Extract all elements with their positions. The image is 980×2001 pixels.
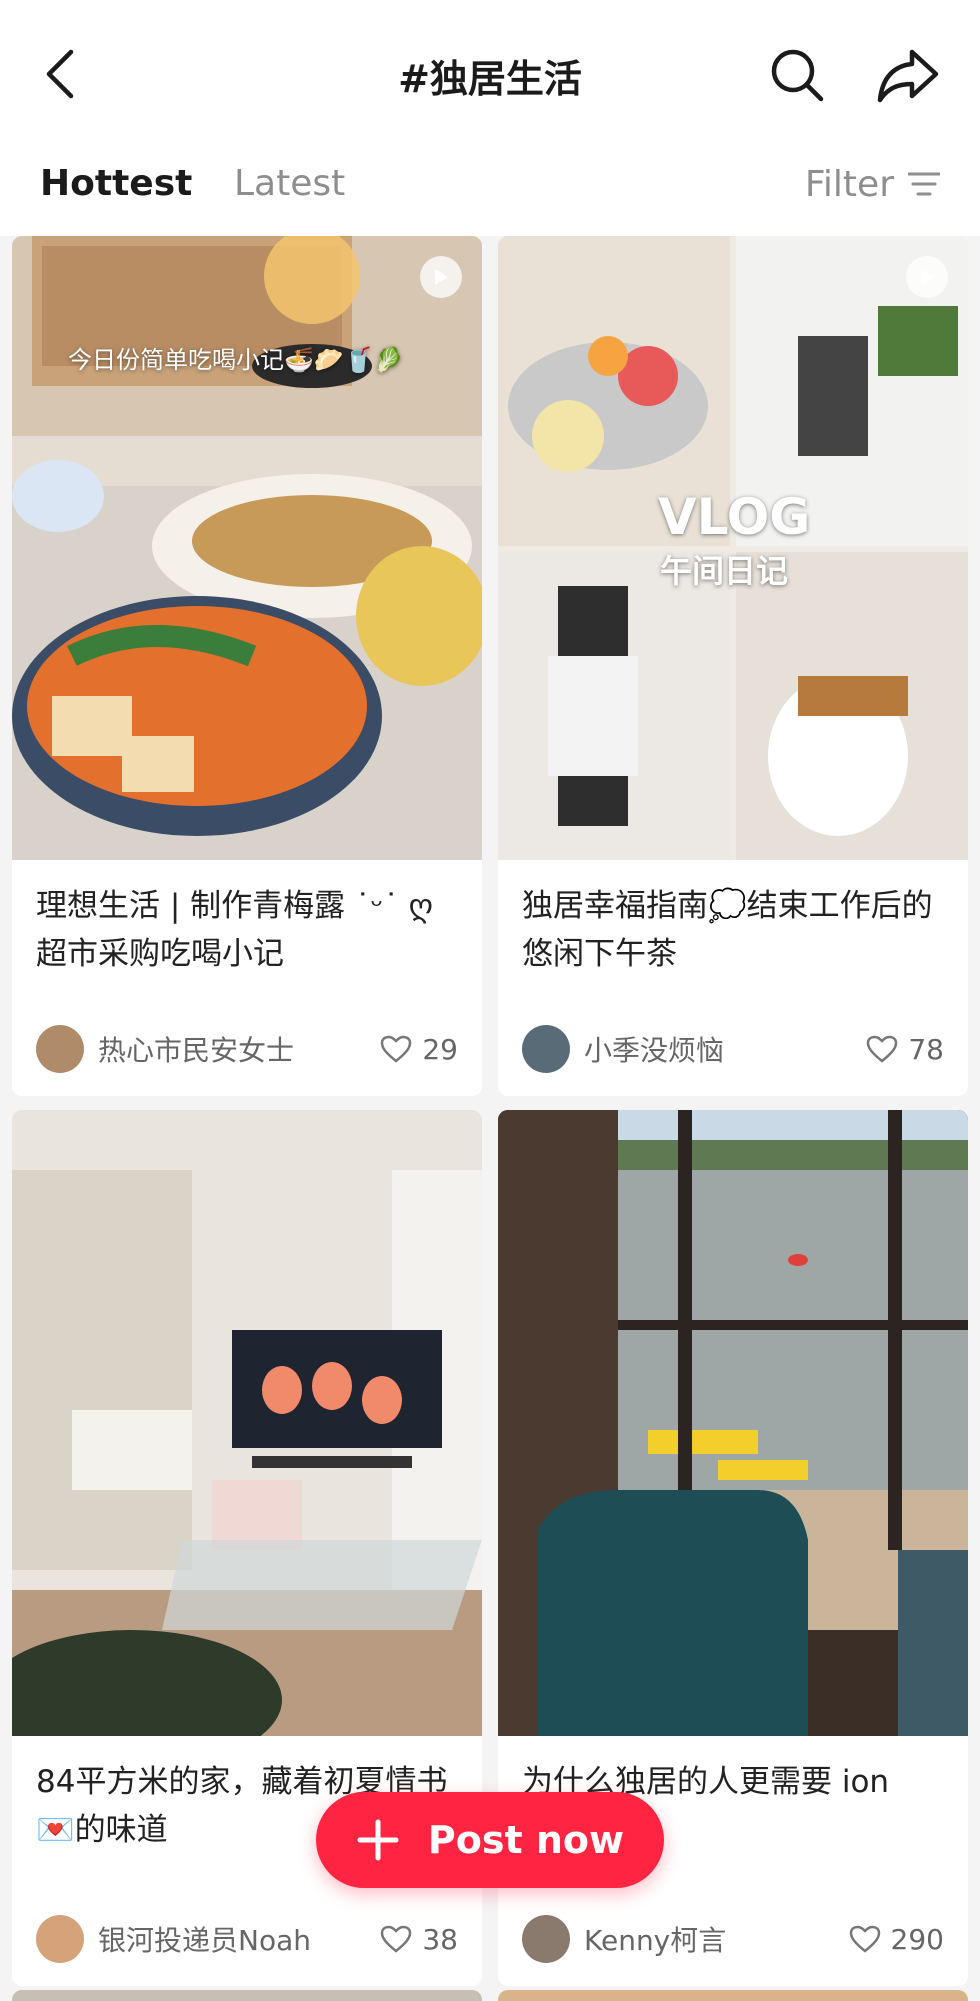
- author-name[interactable]: 热心市民安女士: [98, 1029, 380, 1069]
- post-now-label: Post now: [427, 1818, 625, 1862]
- post-image: 今日份简单吃喝小记🍜🥟🥤🥬: [12, 236, 482, 860]
- like-count: 290: [890, 1922, 944, 1956]
- cover-caption: 今日份简单吃喝小记🍜🥟🥤🥬: [68, 346, 404, 374]
- post-meta: Kenny柯言 290: [522, 1914, 944, 1964]
- post-card[interactable]: 今日份简单吃喝小记🍜🥟🥤🥬 理想生活 | 制作青梅露 ˙ᵕ˙ ღ 超市采购吃喝小…: [12, 236, 482, 1096]
- avatar[interactable]: [522, 1915, 570, 1963]
- living-room-photo: [12, 1110, 482, 1736]
- avatar[interactable]: [36, 1025, 84, 1073]
- tab-latest[interactable]: Latest: [234, 160, 345, 208]
- video-play-icon: [906, 256, 948, 298]
- page-title: #独居生活: [398, 57, 582, 101]
- food-photo: [12, 236, 482, 860]
- post-image: [12, 1110, 482, 1736]
- like-count: 29: [422, 1032, 458, 1066]
- heart-icon: [867, 1035, 898, 1063]
- like-count: 78: [908, 1032, 944, 1066]
- post-card[interactable]: [12, 1990, 482, 2001]
- tab-hottest[interactable]: Hottest: [40, 160, 192, 208]
- filter-label: Filter: [804, 163, 894, 205]
- avatar[interactable]: [522, 1025, 570, 1073]
- post-card[interactable]: VLOG 午间日记 独居幸福指南💭结束工作后的悠闲下午茶 小季没烦恼 78: [498, 236, 968, 1096]
- post-meta: 银河投递员Noah 38: [36, 1914, 458, 1964]
- like-button[interactable]: 38: [380, 1923, 458, 1956]
- search-icon: [771, 49, 824, 102]
- post-image: [498, 1110, 968, 1736]
- post-meta: 热心市民安女士 29: [36, 1024, 458, 1074]
- post-title: 独居幸福指南💭结束工作后的悠闲下午茶: [522, 888, 933, 972]
- filter-button[interactable]: Filter: [805, 160, 940, 208]
- author-name[interactable]: 小季没烦恼: [584, 1029, 866, 1069]
- like-button[interactable]: 290: [849, 1923, 944, 1956]
- author-name[interactable]: 银河投递员Noah: [98, 1919, 380, 1959]
- post-now-button[interactable]: Post now: [316, 1792, 664, 1888]
- like-count: 38: [422, 1922, 458, 1956]
- share-button[interactable]: [876, 46, 942, 104]
- avatar[interactable]: [36, 1915, 84, 1963]
- heart-icon: [849, 1925, 880, 1953]
- video-play-icon: [420, 256, 462, 298]
- heart-icon: [381, 1925, 412, 1953]
- like-button[interactable]: 29: [380, 1033, 458, 1066]
- tabs-bar: Hottest Latest Filter: [0, 150, 980, 236]
- post-title: 理想生活 | 制作青梅露 ˙ᵕ˙ ღ 超市采购吃喝小记: [36, 888, 434, 972]
- lake-window-photo: [498, 1110, 968, 1736]
- like-button[interactable]: 78: [866, 1033, 944, 1066]
- post-meta: 小季没烦恼 78: [522, 1024, 944, 1074]
- search-button[interactable]: [768, 46, 826, 104]
- cover-title: VLOG: [658, 488, 811, 546]
- author-name[interactable]: Kenny柯言: [584, 1919, 849, 1959]
- top-bar: #独居生活: [0, 0, 980, 150]
- plus-icon: [357, 1819, 399, 1861]
- filter-icon: [908, 172, 940, 196]
- share-arrow-icon: [877, 49, 939, 103]
- post-card[interactable]: [498, 1990, 968, 2001]
- heart-icon: [381, 1035, 412, 1063]
- cover-subtitle: 午间日记: [660, 552, 789, 590]
- post-image: VLOG 午间日记: [498, 236, 968, 860]
